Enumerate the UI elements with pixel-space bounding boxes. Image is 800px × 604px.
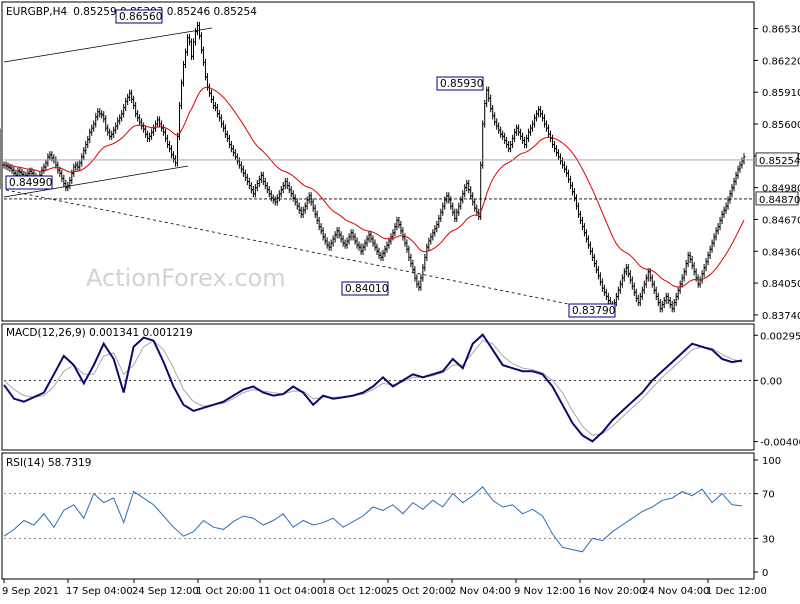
watermark-text: ActionForex.com — [86, 264, 286, 292]
x-axis-tick-label: 9 Sep 2021 — [2, 586, 59, 597]
rsi-header: RSI(14) 58.7319 — [6, 457, 91, 469]
price-axis-tick-label: 0.83740 — [762, 311, 800, 322]
price-label: 0.84010 — [345, 283, 388, 295]
rsi-axis-tick-label: 70 — [762, 490, 775, 501]
rsi-series-group — [3, 486, 754, 553]
macd-header: MACD(12,26,9) 0.001341 0.001219 — [6, 327, 193, 339]
x-axis-tick-label: 1 Dec 12:00 — [706, 586, 767, 597]
ohlc-label: 0.85259 0.85303 0.85246 0.85254 — [73, 6, 257, 18]
price-axis-tick-label: 0.86530 — [762, 25, 800, 36]
x-axis-tick-label: 25 Oct 20:00 — [386, 586, 451, 597]
price-axis-tick-label: 0.84050 — [762, 279, 800, 290]
axis-price-box-label: 0.85254 — [759, 156, 800, 167]
rsi-axis-tick-label: 0 — [762, 568, 768, 579]
macd-signal-line — [3, 340, 743, 436]
x-axis-tick-label: 24 Sep 12:00 — [132, 586, 199, 597]
axis-price-box-label: 0.84870 — [759, 195, 800, 206]
dotted-trend-line — [5, 189, 599, 311]
chart-canvas: ActionForex.com EURGBP,H4 0.85259 0.85303… — [0, 1, 800, 597]
x-axis-tick-label: 24 Nov 04:00 — [642, 586, 709, 597]
rsi-axis-tick-label: 100 — [762, 456, 781, 467]
price-axis-tick-label: 0.84670 — [762, 215, 800, 226]
x-axis-tick-label: 18 Oct 12:00 — [322, 586, 387, 597]
x-axis-tick-label: 1 Oct 20:00 — [196, 586, 255, 597]
rsi-axis-tick-label: 30 — [762, 534, 775, 545]
price-axis-tick-label: 0.85910 — [762, 88, 800, 99]
price-label: 0.84990 — [9, 177, 52, 189]
macd-axis-tick-label: 0.00 — [760, 376, 782, 387]
rsi-line — [3, 486, 743, 553]
x-axis-tick-label: 11 Oct 04:00 — [258, 586, 323, 597]
price-label: 0.85930 — [440, 78, 483, 90]
x-axis-tick-label: 17 Sep 04:00 — [66, 586, 133, 597]
upper-channel-line — [3, 27, 213, 63]
symbol-label: EURGBP,H4 — [6, 6, 68, 18]
macd-series-group — [3, 333, 754, 443]
moving-average-line — [4, 87, 745, 288]
price-label: 0.86560 — [119, 11, 162, 23]
x-axis-tick-label: 9 Nov 12:00 — [514, 586, 575, 597]
macd-axis-tick-label: 0.002955 — [760, 331, 800, 342]
x-axis-tick-label: 16 Nov 20:00 — [578, 586, 645, 597]
x-axis-tick-label: 2 Nov 04:00 — [450, 586, 511, 597]
price-axis-tick-label: 0.86220 — [762, 56, 800, 67]
macd-axis-tick-label: -0.004009 — [760, 438, 800, 449]
macd-main-line — [3, 333, 743, 443]
price-axis-tick-label: 0.85600 — [762, 120, 800, 131]
price-label: 0.83790 — [572, 305, 615, 317]
rsi-panel-frame — [1, 452, 755, 580]
chart-root: ActionForex.com EURGBP,H4 0.85259 0.85303… — [0, 0, 800, 600]
price-axis-tick-label: 0.84360 — [762, 247, 800, 258]
